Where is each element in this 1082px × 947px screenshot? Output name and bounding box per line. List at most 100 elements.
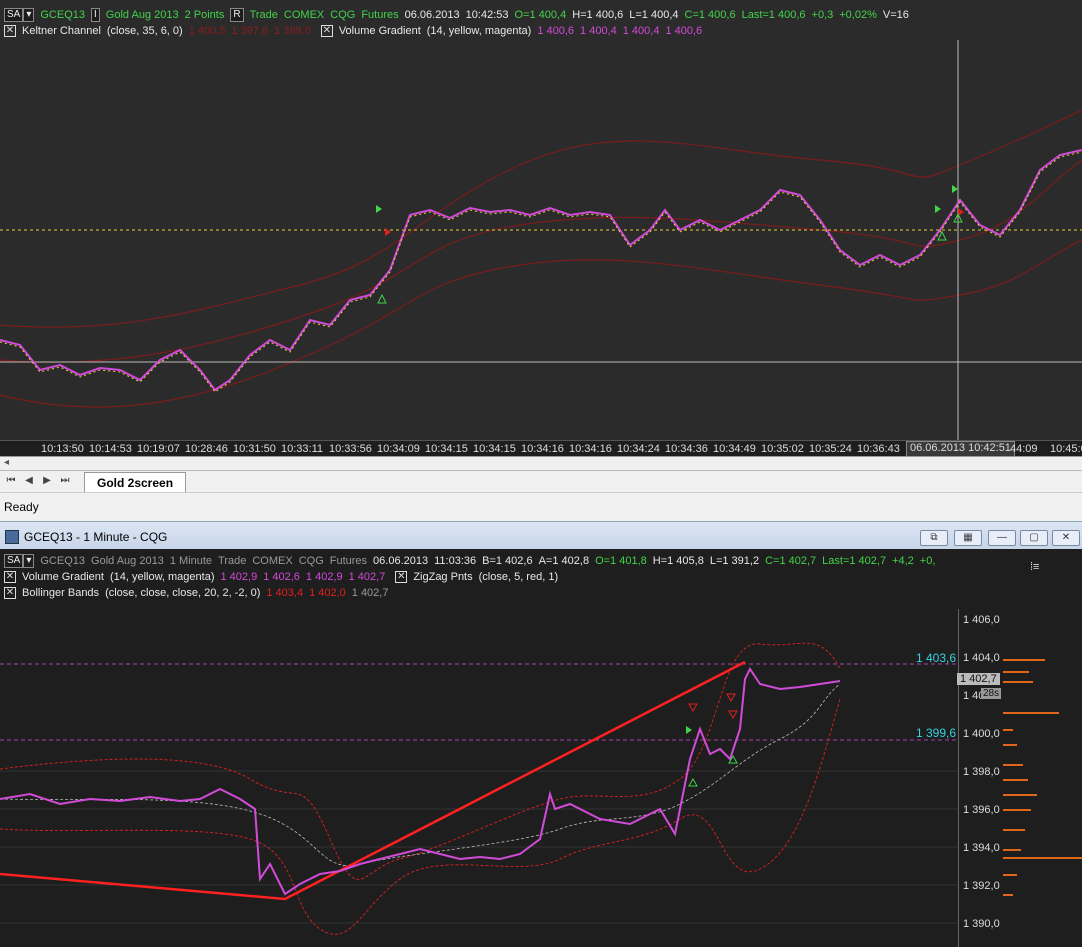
bottom-studies-row1: ✕ Volume Gradient (14, yellow, magenta) …	[0, 569, 564, 585]
change-pct-value: +0,	[919, 555, 936, 567]
study-name[interactable]: Volume Gradient	[22, 571, 104, 583]
symbol-label: GCEQ13	[40, 555, 86, 567]
time-tick: 10:31:50	[233, 443, 276, 455]
horizontal-scrollbar[interactable]: ◂	[0, 456, 1082, 471]
date-label: 06.06.2013	[404, 9, 460, 21]
bottom-chart-header: SA ▾ GCEQ13 Gold Aug 2013 1 Minute Trade…	[0, 553, 941, 569]
buy-marker-icon	[376, 205, 382, 213]
signal-triangle-icon	[726, 693, 736, 703]
time-tick: 10:34:16	[521, 443, 564, 455]
bottom-chart-panel[interactable]: SA ▾ GCEQ13 Gold Aug 2013 1 Minute Trade…	[0, 549, 1082, 947]
keltner-middle-line	[0, 159, 1082, 363]
window-title: GCEQ13 - 1 Minute - CQG	[24, 530, 168, 544]
price-bars-yellow	[0, 151, 1082, 393]
bollinger-middle	[0, 683, 841, 866]
time-tick: 10:36:43	[857, 443, 900, 455]
study-name[interactable]: Keltner Channel	[22, 25, 101, 37]
sell-marker-icon	[385, 228, 391, 236]
study-params: (close, 35, 6, 0)	[106, 25, 183, 37]
first-tab-icon[interactable]: ⏮	[4, 474, 18, 488]
open-value: O=1 401,8	[595, 555, 647, 567]
bollinger-lower	[0, 698, 841, 935]
status-text: Ready	[4, 500, 39, 514]
time-tick: 10:35:02	[761, 443, 804, 455]
study-name[interactable]: Bollinger Bands	[22, 587, 99, 599]
symbol-dropdown-icon[interactable]: ▾	[23, 554, 35, 568]
time-tick: 10:34:49	[713, 443, 756, 455]
symbol-selector[interactable]: SA	[4, 8, 24, 22]
study-value: 1 400,6	[537, 25, 575, 37]
study-value: 1 400,4	[622, 25, 660, 37]
last-tab-icon[interactable]: ⏭	[58, 474, 72, 488]
tab-gold-2screen[interactable]: Gold 2screen	[84, 472, 187, 493]
price-tick: 1 396,0	[963, 804, 1000, 816]
top-time-axis[interactable]: 10:13:50 10:14:53 10:19:07 10:28:46 10:3…	[0, 440, 1082, 457]
top-chart-panel[interactable]: SA ▾ GCEQ13 I Gold Aug 2013 2 Points R T…	[0, 0, 1082, 458]
bar-type-label: 1 Minute	[169, 555, 213, 567]
close-value: C=1 400,6	[684, 9, 736, 21]
study-value: 1 400,5	[188, 25, 226, 37]
time-tick: 10:33:56	[329, 443, 372, 455]
level-low-label: 1 399,6	[916, 726, 957, 740]
price-tick: 1 398,0	[963, 766, 1000, 778]
time-tick: 10:34:24	[617, 443, 660, 455]
signal-triangle-icon	[728, 710, 738, 720]
time-tick: 10:28:46	[185, 443, 228, 455]
market-label: Futures	[361, 9, 399, 21]
study-name[interactable]: Volume Gradient	[339, 25, 421, 37]
time-tick: 10:45:0	[1050, 443, 1082, 455]
time-cursor-label: 06.06.2013 10:42:51	[906, 441, 1015, 457]
bottom-price-axis[interactable]: 1 406,0 1 404,0 1 40 1 400,0 1 398,0 1 3…	[957, 609, 1082, 947]
minimize-button[interactable]: —	[988, 530, 1016, 546]
symbol-dropdown-icon[interactable]: ▾	[23, 8, 35, 22]
study-value: 1 402,0	[309, 587, 346, 599]
close-study-icon[interactable]: ✕	[395, 571, 408, 583]
high-value: H=1 400,6	[572, 9, 624, 21]
study-value: 1 399,0	[274, 25, 311, 37]
study-value: 1 403,4	[266, 587, 304, 599]
time-tick: 10:13:50	[41, 443, 84, 455]
bid-value: B=1 402,6	[482, 555, 533, 567]
close-study-icon[interactable]: ✕	[320, 25, 333, 37]
symbol-selector[interactable]: SA	[4, 554, 24, 568]
time-tick: 10:19:07	[137, 443, 180, 455]
link-button[interactable]: ⧉	[920, 530, 948, 546]
prev-tab-icon[interactable]: ◀	[22, 474, 36, 488]
study-params: (14, yellow, magenta)	[109, 571, 215, 583]
study-name[interactable]: ZigZag Pnts	[413, 571, 472, 583]
price-bars-line	[0, 149, 1082, 392]
close-study-icon[interactable]: ✕	[4, 587, 16, 599]
bottom-studies-row2: ✕ Bollinger Bands (close, close, close, …	[0, 585, 394, 601]
top-chart-header: SA ▾ GCEQ13 I Gold Aug 2013 2 Points R T…	[0, 7, 915, 23]
maximize-button[interactable]: ▢	[1020, 530, 1048, 546]
next-tab-icon[interactable]: ▶	[40, 474, 54, 488]
feed-label: CQG	[298, 555, 324, 567]
bottom-price-plot[interactable]	[0, 609, 958, 947]
time-tick: 44:09	[1010, 443, 1038, 455]
close-study-icon[interactable]: ✕	[4, 571, 16, 583]
top-studies-header: ✕ Keltner Channel (close, 35, 6, 0) 1 40…	[0, 23, 708, 39]
study-value: 1 402,7	[348, 571, 386, 583]
price-tick: 1 394,0	[963, 842, 1000, 854]
tab-bar: ⏮ ◀ ▶ ⏭ Gold 2screen	[0, 470, 1082, 493]
chart-menu-icon[interactable]: ⁞≡	[1030, 561, 1039, 573]
top-price-plot[interactable]	[0, 40, 1082, 440]
study-value: 1 400,4	[580, 25, 617, 37]
close-button[interactable]: ✕	[1052, 530, 1080, 546]
market-label: Futures	[329, 555, 368, 567]
description-label: Gold Aug 2013	[105, 9, 179, 21]
range-selector[interactable]: R	[230, 8, 244, 22]
window-titlebar[interactable]: GCEQ13 - 1 Minute - CQG ⧉ ▦ — ▢ ✕	[0, 521, 1082, 550]
price-bars-line	[0, 667, 841, 896]
exchange-label: COMEX	[283, 9, 325, 21]
bar-type-label: 2 Points	[184, 9, 225, 21]
scroll-left-icon[interactable]: ◂	[4, 457, 9, 468]
bar-countdown-label: 28s	[981, 688, 1002, 699]
close-study-icon[interactable]: ✕	[4, 25, 16, 37]
symbol-label: GCEQ13	[40, 9, 86, 21]
ask-value: A=1 402,8	[538, 555, 590, 567]
study-value: 1 402,6	[263, 571, 300, 583]
layout-button[interactable]: ▦	[954, 530, 982, 546]
study-params: (close, 5, red, 1)	[478, 571, 559, 583]
interval-selector[interactable]: I	[91, 8, 100, 22]
